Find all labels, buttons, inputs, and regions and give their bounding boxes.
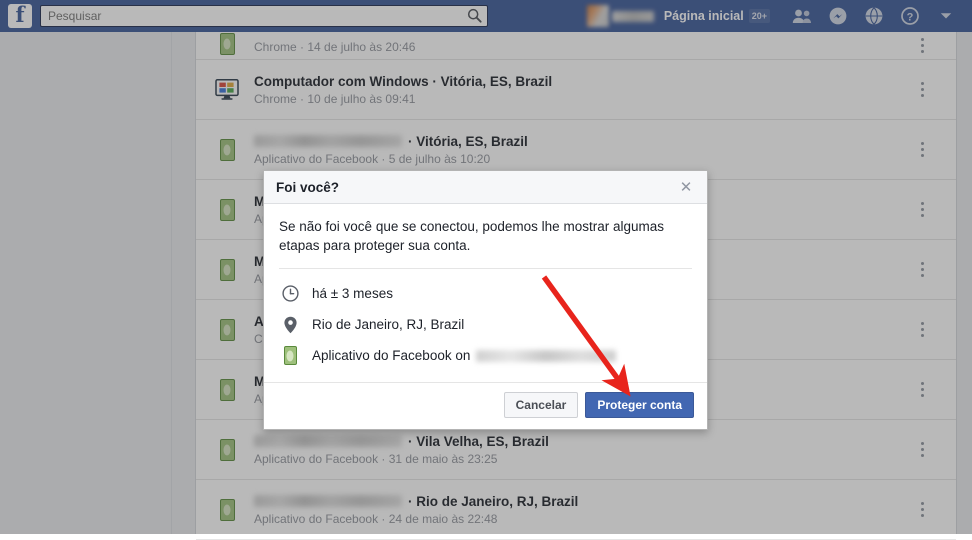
detail-row-location: Rio de Janeiro, RJ, Brazil — [279, 309, 692, 340]
detail-device-blurred-value — [476, 349, 617, 362]
cancel-button[interactable]: Cancelar — [503, 392, 579, 418]
location-pin-icon — [279, 316, 301, 334]
was-it-you-dialog: Foi você? ✕ Se não foi você que se conec… — [263, 170, 708, 430]
dialog-body: Se não foi você que se conectou, podemos… — [264, 204, 707, 371]
clock-icon — [279, 285, 301, 302]
detail-row-device: Aplicativo do Facebook on — [279, 340, 692, 371]
detail-device-text: Aplicativo do Facebook on — [312, 348, 617, 363]
session-detail-list: há ± 3 meses Rio de Janeiro, RJ, Brazil … — [279, 268, 692, 371]
dialog-footer: Cancelar Proteger conta — [264, 382, 707, 429]
detail-device-label: Aplicativo do Facebook on — [312, 348, 471, 363]
phone-icon — [279, 346, 301, 365]
dialog-header: Foi você? ✕ — [264, 171, 707, 204]
detail-row-time: há ± 3 meses — [279, 278, 692, 309]
detail-time-text: há ± 3 meses — [312, 286, 393, 301]
protect-account-button[interactable]: Proteger conta — [585, 392, 694, 418]
dialog-description: Se não foi você que se conectou, podemos… — [279, 219, 664, 253]
dialog-title: Foi você? — [276, 179, 340, 195]
close-icon[interactable]: ✕ — [677, 178, 695, 196]
detail-location-text: Rio de Janeiro, RJ, Brazil — [312, 317, 465, 332]
